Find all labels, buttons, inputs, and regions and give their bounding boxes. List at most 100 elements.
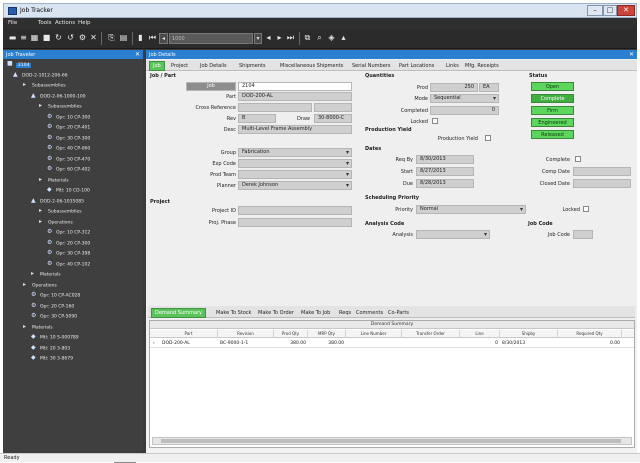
tree-node[interactable]: ◆ Mtl: 20 3-803 — [31, 344, 70, 353]
group-dropdown[interactable]: Fabrication — [238, 148, 352, 157]
grid-column-header[interactable]: Revision — [218, 330, 274, 338]
due-field[interactable]: 8/28/2013 — [416, 179, 474, 188]
record-search-dropdown[interactable]: ▾ — [254, 33, 262, 44]
desc-field[interactable]: Multi-Level Frame Assembly — [238, 125, 352, 134]
closed-date-field[interactable] — [573, 179, 631, 188]
tree-node[interactable]: ▸ Subassemblies — [23, 82, 66, 90]
scrollbar-thumb[interactable] — [161, 439, 621, 443]
tab-job[interactable]: Job — [149, 61, 165, 71]
grid-cell[interactable] — [402, 339, 460, 348]
menu-help[interactable]: Help — [78, 20, 91, 26]
settings-icon[interactable]: ⚙ — [78, 33, 87, 43]
grid-cell[interactable]: 0 — [460, 339, 500, 348]
grid-icon[interactable]: ▦ — [30, 33, 39, 43]
grid-column-header[interactable]: Transfer Order — [402, 330, 460, 338]
prod-qty-field[interactable]: 250 — [430, 83, 478, 92]
proj-phase-field[interactable] — [238, 218, 352, 227]
comp-date-field[interactable] — [573, 167, 631, 176]
status-complete-button[interactable]: Complete — [531, 94, 574, 103]
menu-tools[interactable]: Tools — [38, 20, 52, 26]
grid-column-header[interactable]: Prod Qty — [274, 330, 308, 338]
grid-column-header[interactable]: Line Number — [346, 330, 402, 338]
locked-checkbox[interactable] — [432, 118, 438, 124]
tree-node[interactable]: ▲ DOD-2-06-1000-100 — [31, 92, 86, 101]
grid-cell[interactable]: 380.00 — [308, 339, 346, 348]
tree-node[interactable]: ▸ Materials — [31, 271, 61, 279]
tree-node[interactable]: ▸ Subassemblies — [39, 103, 82, 111]
status-released-button[interactable]: Released — [531, 130, 574, 139]
grid-cell[interactable]: 8/30/2013 — [500, 339, 558, 348]
tree-node[interactable]: ▸ Operations — [39, 218, 73, 227]
tab-demand-summary[interactable]: Demand Summary — [151, 308, 206, 318]
status-firm-button[interactable]: Firm — [531, 106, 574, 115]
grid-horizontal-scrollbar[interactable] — [152, 437, 632, 445]
tab-make-to-job[interactable]: Make To Job — [298, 308, 333, 318]
completed-field[interactable]: 0 — [430, 106, 499, 115]
tree-node[interactable]: ⚙ Opr: 30 CP-300 — [47, 134, 90, 143]
job-button[interactable]: Job — [186, 82, 236, 91]
tree-node[interactable]: ▸ Materials — [39, 176, 69, 185]
exp-code-dropdown[interactable] — [238, 159, 352, 168]
tree-node[interactable]: ⚙ Opr: 10 CP-AC028 — [31, 292, 80, 300]
tree-node[interactable]: ▸ Subassemblies — [39, 208, 82, 216]
tree-node[interactable]: ⚙ Opr: 50 CP-470 — [47, 155, 90, 164]
search-icon[interactable]: ⌕ — [315, 33, 324, 43]
prod-unit-field[interactable]: EA — [479, 83, 499, 92]
menu-file[interactable]: File — [8, 20, 17, 26]
tab-comments[interactable]: Comments — [353, 308, 386, 318]
previous-record-icon[interactable]: ◂ — [264, 33, 273, 43]
tree-node[interactable]: ▲ DOD-2-1012-206-66 — [13, 71, 68, 80]
scheduling-locked-checkbox[interactable] — [583, 206, 589, 212]
priority-dropdown[interactable]: Normal — [416, 205, 526, 214]
new-icon[interactable]: ▬ — [8, 33, 17, 43]
tree-node[interactable]: ⚙ Opr: 60 CP-402 — [47, 166, 90, 174]
draw-field[interactable]: 30-8000-C — [314, 114, 352, 123]
grid-cell[interactable]: BC-9000-1-1 — [218, 339, 274, 348]
cross-reference-field[interactable] — [238, 103, 312, 112]
tab-job-details[interactable]: Job Details — [197, 61, 230, 71]
tree-node[interactable]: ⚙ Opr: 20 CP-300 — [47, 239, 90, 248]
print-icon[interactable]: ▤ — [119, 33, 128, 43]
req-by-field[interactable]: 8/30/2013 — [416, 155, 474, 164]
tab-serial-numbers[interactable]: Serial Numbers — [349, 61, 393, 71]
job-code-field[interactable] — [573, 230, 593, 239]
minimize-button[interactable]: – — [587, 5, 603, 16]
save-icon[interactable]: ■ — [42, 33, 51, 43]
grid-column-header[interactable]: Part — [160, 330, 218, 338]
grid-column-header[interactable]: Required Qty — [558, 330, 622, 338]
first-record-icon[interactable]: ⏮ — [148, 33, 157, 43]
menu-actions[interactable]: Actions — [55, 20, 75, 26]
table-row[interactable]: › DOD-200-AL BC-9000-1-1 380.00 380.00 0 8/30/… — [150, 339, 634, 348]
tab-make-to-order[interactable]: Make To Order — [255, 308, 297, 318]
tree-node[interactable]: ⚙ Opr: 30 CP-398 — [47, 250, 90, 258]
help-icon[interactable]: ▴ — [339, 33, 348, 43]
close-record-icon[interactable]: ✕ — [89, 33, 98, 43]
tree-node[interactable]: ▸ Materials — [23, 323, 53, 332]
next-record-icon[interactable]: ▸ — [275, 33, 284, 43]
copy-icon[interactable]: ⧉ — [303, 33, 312, 43]
tree-node[interactable]: ◆ Mtl: 10 CD-100 — [47, 187, 90, 195]
job-number-field[interactable]: 2104 — [238, 82, 352, 91]
tree-node[interactable]: ⚙ Opr: 30 CP-5090 — [31, 313, 77, 321]
list-icon[interactable]: ≡ — [19, 33, 28, 43]
tree-node[interactable]: ⚙ Opr: 40 CP-102 — [47, 260, 90, 269]
tree-node[interactable]: ◆ Mtl: 10 S-000789 — [31, 334, 79, 342]
filter-icon[interactable]: ◈ — [327, 33, 336, 43]
rev-field[interactable]: B — [238, 114, 276, 123]
record-type-dropdown[interactable]: ◂ — [159, 33, 168, 44]
tree-node[interactable]: ■ 2104 — [7, 61, 32, 69]
tree-node[interactable]: ⚙ Opr: 40 CP-060 — [47, 145, 90, 153]
undo-icon[interactable]: ↺ — [66, 33, 75, 43]
tree-node[interactable]: ▸ Operations — [23, 281, 57, 290]
project-id-field[interactable] — [238, 206, 352, 215]
grid-column-header[interactable]: Shipby — [500, 330, 558, 338]
planner-dropdown[interactable]: Derek Johnson — [238, 181, 352, 190]
tab-mfg-receipts[interactable]: Mfg. Receipts — [462, 61, 502, 71]
tab-co-parts[interactable]: Co-Parts — [385, 308, 412, 318]
grid-cell[interactable] — [346, 339, 402, 348]
last-record-icon[interactable]: ⏭ — [286, 33, 295, 43]
mode-dropdown[interactable]: Sequential — [430, 94, 499, 103]
tab-project[interactable]: Project — [168, 61, 191, 71]
tab-make-to-stock[interactable]: Make To Stock — [213, 308, 254, 318]
grid-column-header[interactable]: MRP Qty — [308, 330, 346, 338]
